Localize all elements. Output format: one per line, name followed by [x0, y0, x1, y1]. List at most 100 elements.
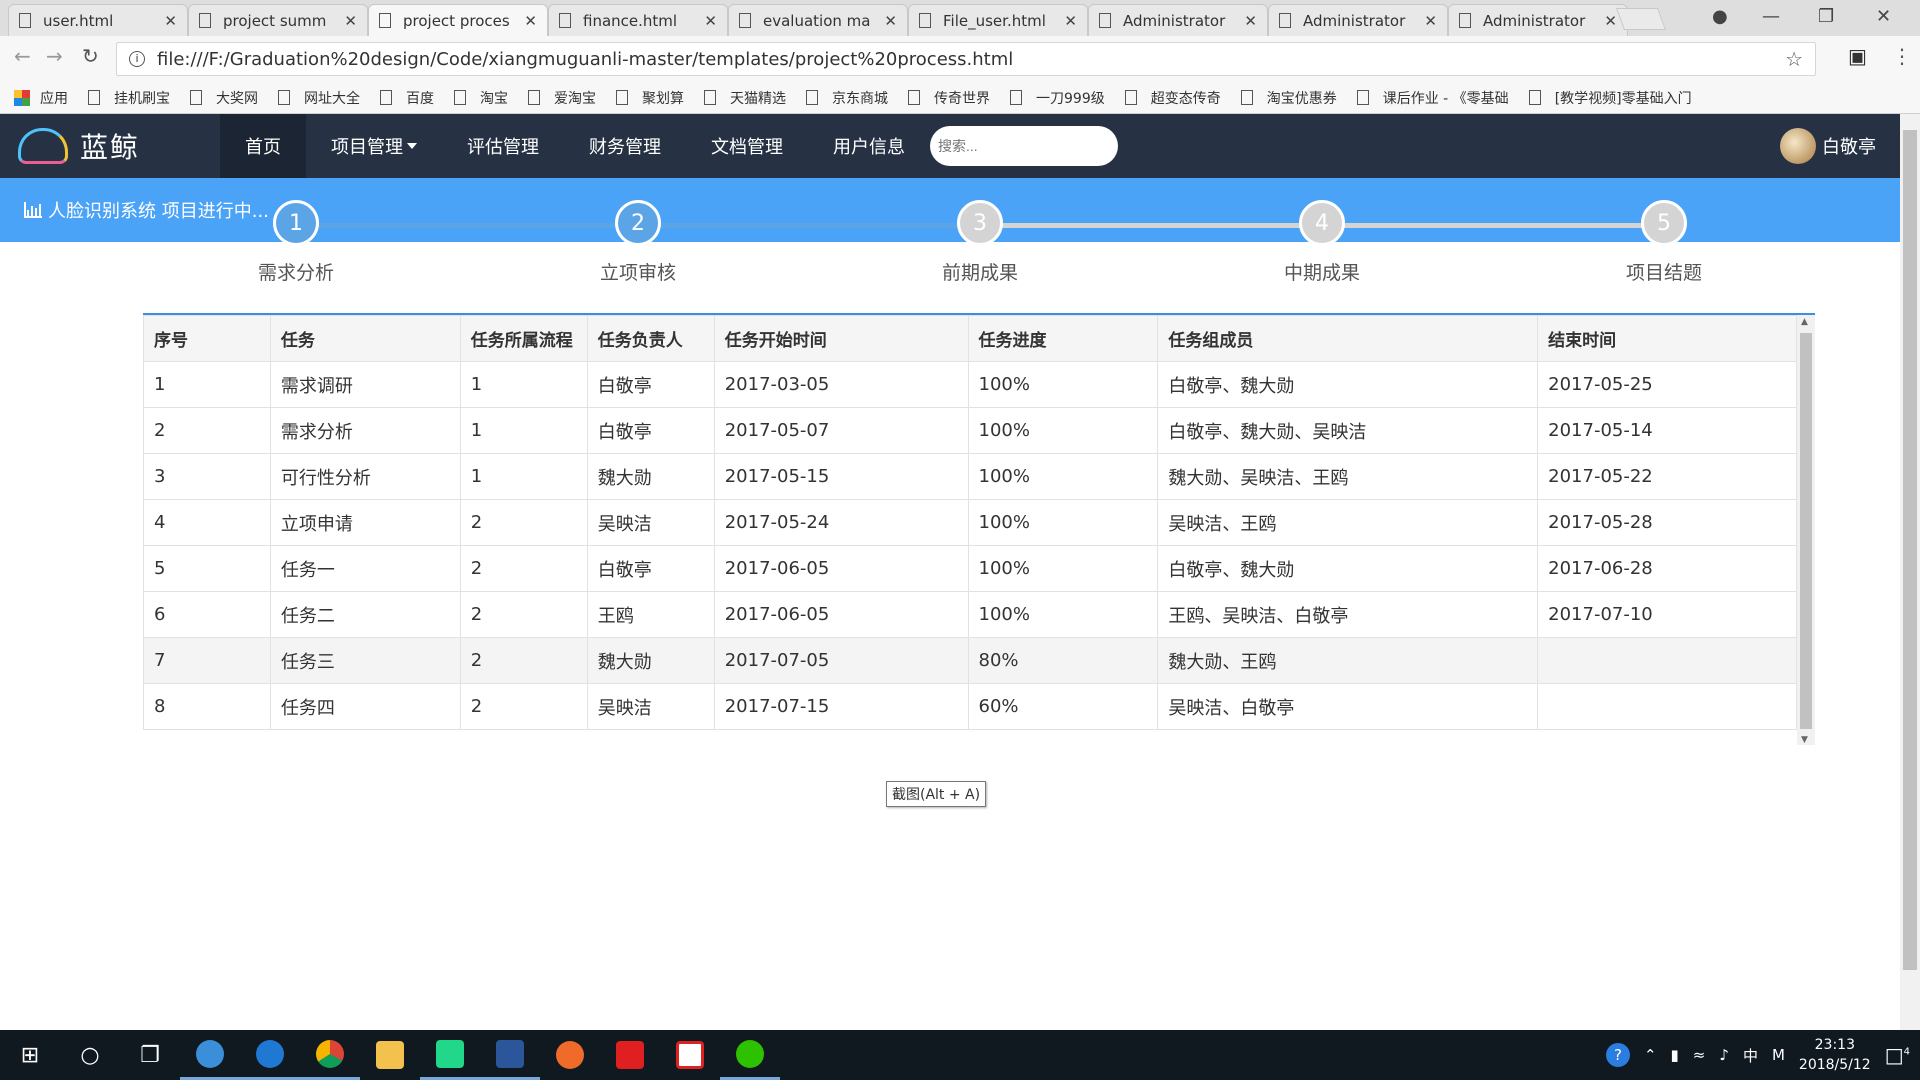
- url-text[interactable]: file:///F:/Graduation%20design/Code/xian…: [157, 49, 1013, 70]
- ie-icon[interactable]: [180, 1030, 240, 1080]
- close-tab-icon[interactable]: ✕: [344, 12, 357, 30]
- address-bar[interactable]: i file:///F:/Graduation%20design/Code/xi…: [116, 42, 1816, 76]
- browser-tab[interactable]: Administrator ✕: [1268, 4, 1448, 36]
- bookmark-item[interactable]: 百度: [380, 88, 434, 108]
- close-tab-icon[interactable]: ✕: [1424, 12, 1437, 30]
- step-number[interactable]: 1: [273, 200, 319, 246]
- bookmark-item[interactable]: 淘宝: [454, 88, 508, 108]
- table-row[interactable]: 8 任务四 2 吴映洁 2017-07-15 60% 吴映洁、白敬亭: [143, 683, 1797, 730]
- forward-icon[interactable]: →: [46, 44, 63, 68]
- table-scrollbar[interactable]: ▲ ▼: [1797, 315, 1815, 745]
- battery-icon[interactable]: ▮: [1671, 1046, 1679, 1064]
- nav-item[interactable]: 评估管理: [442, 114, 564, 178]
- close-tab-icon[interactable]: ✕: [524, 12, 537, 30]
- close-tab-icon[interactable]: ✕: [1604, 12, 1617, 30]
- wechat-icon[interactable]: [720, 1030, 780, 1080]
- volume-icon[interactable]: ♪: [1719, 1046, 1729, 1064]
- nav-item[interactable]: 财务管理: [564, 114, 686, 178]
- bookmark-item[interactable]: 京东商城: [806, 88, 888, 108]
- close-tab-icon[interactable]: ✕: [1244, 12, 1257, 30]
- close-tab-icon[interactable]: ✕: [704, 12, 717, 30]
- notification-icon[interactable]: □4: [1885, 1043, 1910, 1067]
- cortana-icon[interactable]: ○: [60, 1030, 120, 1080]
- table-row[interactable]: 6 任务二 2 王鸥 2017-06-05 100% 王鸥、吴映洁、白敬亭 2017-07-1…: [143, 591, 1797, 638]
- task-view-icon[interactable]: ❐: [120, 1030, 180, 1080]
- browser-tab[interactable]: evaluation ma ✕: [728, 4, 908, 36]
- browser-tab[interactable]: project proces ✕: [368, 4, 548, 36]
- table-row[interactable]: 7 任务三 2 魏大勋 2017-07-05 80% 魏大勋、王鸥: [143, 637, 1797, 684]
- bookmark-item[interactable]: 挂机刷宝: [88, 88, 170, 108]
- bookmark-item[interactable]: 课后作业 - 《零基础: [1356, 88, 1509, 108]
- page-scrollbar-thumb[interactable]: [1903, 130, 1917, 970]
- column-header[interactable]: 任务进度: [967, 315, 1159, 362]
- bookmark-item[interactable]: 传奇世界: [908, 88, 990, 108]
- page-scrollbar[interactable]: [1900, 114, 1920, 1030]
- step[interactable]: 1 需求分析: [226, 200, 366, 285]
- bookmark-item[interactable]: 应用: [14, 88, 68, 108]
- clock[interactable]: 23:13 2018/5/12: [1799, 1035, 1871, 1075]
- browser-tab[interactable]: Administrator ✕: [1088, 4, 1268, 36]
- browser-tab[interactable]: Administrator ✕: [1448, 4, 1628, 36]
- column-header[interactable]: 任务组成员: [1157, 315, 1539, 362]
- nav-item[interactable]: 文档管理: [686, 114, 808, 178]
- close-tab-icon[interactable]: ✕: [1064, 12, 1077, 30]
- bookmark-item[interactable]: 淘宝优惠券: [1240, 88, 1337, 108]
- reload-icon[interactable]: ↻: [82, 44, 99, 68]
- user-name[interactable]: 白敬亭: [1822, 133, 1876, 159]
- chrome-icon[interactable]: [300, 1030, 360, 1080]
- nav-item[interactable]: 首页: [220, 114, 306, 178]
- step-number[interactable]: 4: [1299, 200, 1345, 246]
- nav-item[interactable]: 项目管理: [306, 114, 442, 178]
- column-header[interactable]: 任务开始时间: [713, 315, 969, 362]
- step-number[interactable]: 2: [615, 200, 661, 246]
- ime-mode-icon[interactable]: M: [1772, 1046, 1785, 1064]
- browser-tab[interactable]: finance.html ✕: [548, 4, 728, 36]
- bookmark-item[interactable]: 爱淘宝: [528, 88, 596, 108]
- step[interactable]: 5 项目结题: [1594, 200, 1734, 285]
- chevron-up-icon[interactable]: ⌃: [1644, 1046, 1657, 1064]
- column-header[interactable]: 任务所属流程: [459, 315, 588, 362]
- edge-icon[interactable]: [240, 1030, 300, 1080]
- step[interactable]: 4 中期成果: [1252, 200, 1392, 285]
- scroll-down-icon[interactable]: ▼: [1801, 735, 1808, 745]
- step-number[interactable]: 5: [1641, 200, 1687, 246]
- bookmark-item[interactable]: 天猫精选: [704, 88, 786, 108]
- windows-start-icon[interactable]: ⊞: [0, 1030, 60, 1080]
- bookmark-item[interactable]: 聚划算: [616, 88, 684, 108]
- info-icon[interactable]: i: [129, 51, 145, 67]
- file-explorer-icon[interactable]: [360, 1030, 420, 1080]
- pdf-icon[interactable]: [660, 1030, 720, 1080]
- word-icon[interactable]: [480, 1030, 540, 1080]
- table-row[interactable]: 1 需求调研 1 白敬亭 2017-03-05 100% 白敬亭、魏大勋 2017-05-25: [143, 361, 1797, 408]
- profile-icon[interactable]: ●: [1712, 6, 1728, 27]
- close-tab-icon[interactable]: ✕: [164, 12, 177, 30]
- column-header[interactable]: 任务负责人: [586, 315, 715, 362]
- nav-item[interactable]: 用户信息: [808, 114, 930, 178]
- browser-tab[interactable]: project summ ✕: [188, 4, 368, 36]
- ime-indicator[interactable]: 中: [1743, 1045, 1758, 1066]
- table-row[interactable]: 3 可行性分析 1 魏大勋 2017-05-15 100% 魏大勋、吴映洁、王鸥 2017-0…: [143, 453, 1797, 500]
- bookmark-item[interactable]: 一刀999级: [1010, 88, 1105, 108]
- pycharm-icon[interactable]: [420, 1030, 480, 1080]
- step-number[interactable]: 3: [957, 200, 1003, 246]
- column-header[interactable]: 序号: [143, 315, 271, 362]
- user-menu[interactable]: 白敬亭: [1780, 128, 1876, 164]
- app-orange-icon[interactable]: [540, 1030, 600, 1080]
- scroll-up-icon[interactable]: ▲: [1801, 317, 1808, 327]
- table-scrollbar-thumb[interactable]: [1800, 333, 1812, 729]
- column-header[interactable]: 结束时间: [1537, 315, 1797, 362]
- bookmark-star-icon[interactable]: ☆: [1785, 47, 1803, 71]
- browser-tab[interactable]: File_user.html ✕: [908, 4, 1088, 36]
- bookmark-item[interactable]: [教学视频]零基础入门: [1528, 88, 1692, 108]
- new-tab-button[interactable]: [1615, 8, 1667, 30]
- close-window-icon[interactable]: ✕: [1876, 6, 1891, 27]
- table-row[interactable]: 5 任务一 2 白敬亭 2017-06-05 100% 白敬亭、魏大勋 2017-06-28: [143, 545, 1797, 592]
- bookmark-item[interactable]: 网址大全: [278, 88, 360, 108]
- app-red-icon[interactable]: [600, 1030, 660, 1080]
- close-tab-icon[interactable]: ✕: [884, 12, 897, 30]
- help-icon[interactable]: ?: [1605, 1043, 1630, 1067]
- bookmark-item[interactable]: 超变态传奇: [1124, 88, 1221, 108]
- column-header[interactable]: 任务: [269, 315, 461, 362]
- step[interactable]: 2 立项审核: [568, 200, 708, 285]
- avatar[interactable]: [1780, 128, 1816, 164]
